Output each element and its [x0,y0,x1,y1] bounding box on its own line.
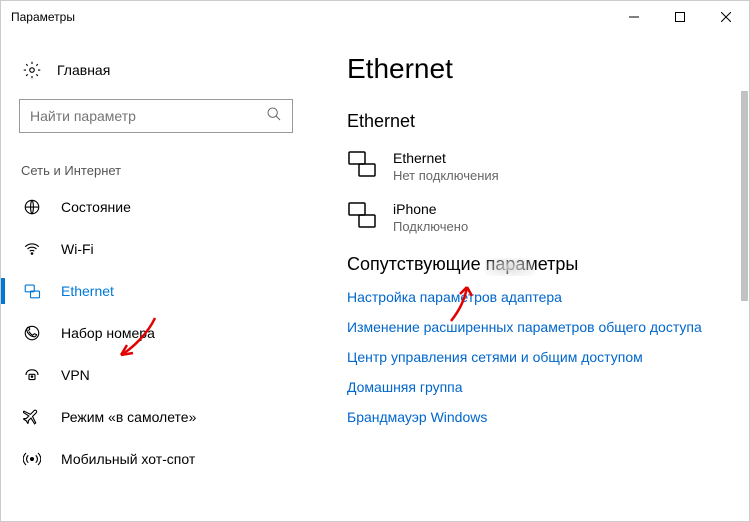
connection-text: iPhone Подключено [393,201,468,234]
sidebar-item-status[interactable]: Состояние [1,186,311,228]
ethernet-icon [347,150,377,183]
main-panel: Ethernet Ethernet Ethernet Нет подключен… [311,33,749,521]
sidebar-item-label: Wi-Fi [61,241,94,257]
settings-window: Параметры Главная [0,0,750,522]
scrollbar-thumb[interactable] [741,91,748,301]
home-label: Главная [57,62,110,78]
minimize-button[interactable] [611,1,657,33]
sidebar-item-vpn[interactable]: VPN [1,354,311,396]
sidebar-item-label: Мобильный хот-спот [61,451,195,467]
sidebar: Главная Сеть и Интернет Состояние Wi [1,33,311,521]
link-adapter-settings[interactable]: Настройка параметров адаптера [347,289,739,305]
sidebar-item-airplane[interactable]: Режим «в самолете» [1,396,311,438]
sidebar-item-label: Ethernet [61,283,114,299]
sidebar-item-label: Состояние [61,199,131,215]
section-header: Сеть и Интернет [1,133,311,186]
close-button[interactable] [703,1,749,33]
window-controls [611,1,749,33]
sidebar-item-dialup[interactable]: Набор номера [1,312,311,354]
link-homegroup[interactable]: Домашняя группа [347,379,739,395]
content-area: Главная Сеть и Интернет Состояние Wi [1,33,749,521]
airplane-icon [23,408,41,426]
sidebar-item-label: VPN [61,367,90,383]
connection-status: Подключено [393,219,468,234]
sidebar-item-label: Набор номера [61,325,155,341]
hotspot-icon [23,450,41,468]
connection-status: Нет подключения [393,168,499,183]
status-icon [23,198,41,216]
search-box[interactable] [19,99,293,133]
search-icon [266,106,282,127]
sidebar-item-label: Режим «в самолете» [61,409,196,425]
connection-name: Ethernet [393,150,499,166]
maximize-button[interactable] [657,1,703,33]
dialup-icon [23,324,41,342]
sidebar-item-ethernet[interactable]: Ethernet [1,270,311,312]
window-title: Параметры [11,10,611,24]
section-subheading: Ethernet [347,111,739,132]
search-input[interactable] [30,108,266,124]
related-heading: Сопутствующие параметры [347,254,739,275]
connection-item-iphone[interactable]: iPhone Подключено [347,201,739,234]
link-firewall[interactable]: Брандмауэр Windows [347,409,739,425]
vpn-icon [23,366,41,384]
gear-icon [23,61,41,79]
page-title: Ethernet [347,53,739,85]
link-advanced-sharing[interactable]: Изменение расширенных параметров общего … [347,319,739,335]
scrollbar[interactable] [741,91,748,511]
connection-name: iPhone [393,201,468,217]
connection-item-ethernet[interactable]: Ethernet Нет подключения [347,150,739,183]
home-nav-item[interactable]: Главная [1,53,311,87]
ethernet-icon [23,282,41,300]
sidebar-item-wifi[interactable]: Wi-Fi [1,228,311,270]
titlebar: Параметры [1,1,749,33]
ethernet-icon [347,201,377,234]
connection-text: Ethernet Нет подключения [393,150,499,183]
sidebar-item-hotspot[interactable]: Мобильный хот-спот [1,438,311,480]
link-network-center[interactable]: Центр управления сетями и общим доступом [347,349,739,365]
wifi-icon [23,240,41,258]
